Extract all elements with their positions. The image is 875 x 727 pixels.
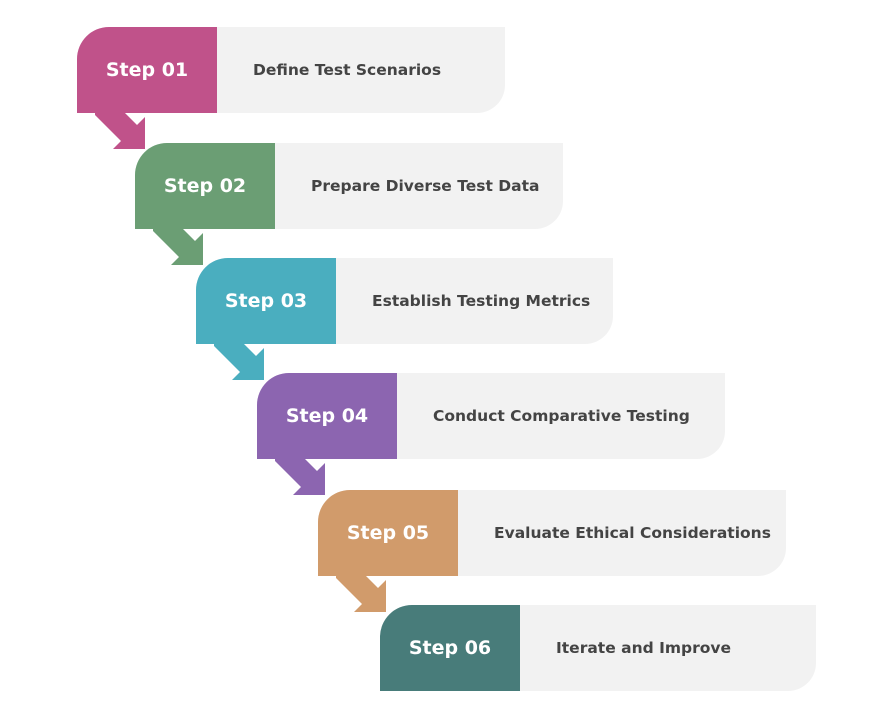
step-description: Prepare Diverse Test Data bbox=[275, 143, 563, 229]
step-description: Iterate and Improve bbox=[520, 605, 816, 691]
step-description: Define Test Scenarios bbox=[217, 27, 505, 113]
step-label: Step 02 bbox=[135, 143, 275, 229]
step-label: Step 04 bbox=[257, 373, 397, 459]
step-2: Step 02 Prepare Diverse Test Data bbox=[135, 143, 563, 229]
step-description: Establish Testing Metrics bbox=[336, 258, 613, 344]
step-label: Step 01 bbox=[77, 27, 217, 113]
step-1: Step 01 Define Test Scenarios bbox=[77, 27, 505, 113]
step-label: Step 06 bbox=[380, 605, 520, 691]
step-6: Step 06 Iterate and Improve bbox=[380, 605, 816, 691]
step-3: Step 03 Establish Testing Metrics bbox=[196, 258, 613, 344]
step-5: Step 05 Evaluate Ethical Considerations bbox=[318, 490, 786, 576]
arrow-down-right-icon bbox=[336, 574, 386, 612]
step-label: Step 05 bbox=[318, 490, 458, 576]
step-description: Evaluate Ethical Considerations bbox=[458, 490, 786, 576]
step-description: Conduct Comparative Testing bbox=[397, 373, 725, 459]
step-label: Step 03 bbox=[196, 258, 336, 344]
step-4: Step 04 Conduct Comparative Testing bbox=[257, 373, 725, 459]
